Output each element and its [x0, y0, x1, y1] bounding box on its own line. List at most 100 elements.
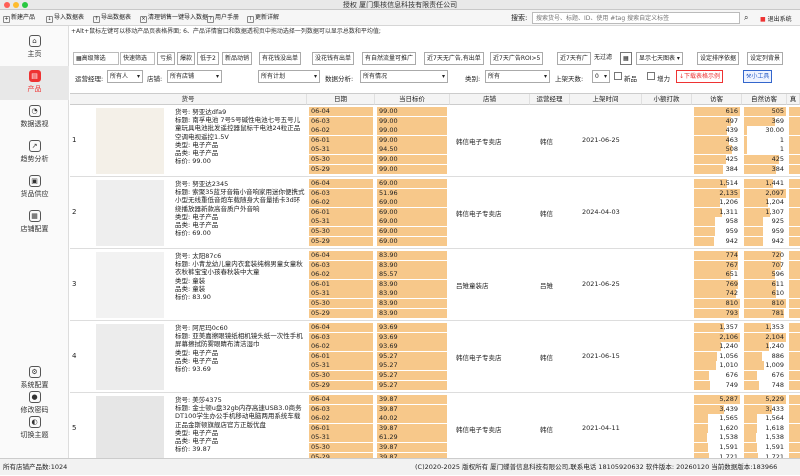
sidebar-item-shop-config[interactable]: ▦ 店铺配置	[0, 206, 69, 240]
export-table-button[interactable]: ↑ 导出数据表	[93, 12, 131, 24]
tag-new-sales[interactable]: 新品动销	[222, 52, 253, 65]
tag-ads-7d[interactable]: 近7天有广	[557, 52, 591, 65]
usage-hint: +Alt+鼠标左键可以移动产品页表格界面; 6、产品详情窗口和数据透视页中拖动选…	[71, 28, 381, 35]
column-background-button[interactable]: 设定列背景	[747, 52, 784, 65]
shop-icon: ▦	[28, 210, 41, 222]
product-thumbnail[interactable]	[96, 180, 164, 246]
product-thumbnail[interactable]	[96, 396, 164, 458]
col-header-visitors[interactable]: 访客	[692, 94, 742, 105]
tag-natural-traffic[interactable]: 有自然流量可推广	[362, 52, 417, 65]
update-notes-button[interactable]: i 更新详解	[247, 12, 279, 24]
product-title: 标题: 亚美嘉擦眼镜纸相机镜头纸一次性手机屏幕擦拭防雾眼睛布清洁湿巾	[175, 332, 303, 349]
data-analysis-select[interactable]: 所有情况	[360, 70, 448, 83]
tag-no-spend-order[interactable]: 没花钱有出单	[312, 52, 355, 65]
visitors-cell: 2,135	[694, 188, 740, 198]
product-thumbnail[interactable]	[96, 108, 164, 174]
tools-button[interactable]: ⚒小工具	[743, 70, 773, 83]
tag-no-ads-7d[interactable]: 近7天无广告,有出单	[424, 52, 484, 65]
date-cell: 06-01	[309, 423, 373, 433]
new-product-checkbox[interactable]	[614, 72, 622, 80]
clear-sales-import-button[interactable]: × 清理销售一键导入数据	[140, 12, 208, 24]
advanced-filter-button[interactable]: ▦高级筛选	[73, 52, 119, 65]
date-cell: 06-01	[309, 207, 373, 217]
window-titlebar: 授权 厦门集核信息科技有限责任公司	[0, 0, 800, 10]
tag-loss[interactable]: 亏损	[157, 52, 176, 65]
sort-basis-button[interactable]: 设定排序依据	[697, 52, 740, 65]
boost-checkbox[interactable]	[647, 72, 655, 80]
search-input[interactable]	[532, 12, 740, 24]
category-select[interactable]: 所有	[485, 70, 550, 83]
price-list: 39.87 39.87 40.02 39.87 61.29 39.87 39.87	[377, 395, 447, 458]
tag-below-2[interactable]: 低于2	[197, 52, 219, 65]
grid-view-icon[interactable]: ▦	[620, 52, 632, 65]
natural-visitors-bar	[744, 351, 762, 361]
exit-button[interactable]: ■ 退出系统	[760, 14, 792, 23]
listing-days-input[interactable]: 0	[592, 70, 610, 83]
price-cell: 83.90	[377, 289, 447, 299]
price-list: 69.00 51.96 69.00 69.00 69.00 69.00 69.00	[377, 179, 447, 246]
plan-select[interactable]: 所有计划	[258, 70, 320, 83]
real-sales-cell: 1,173.00	[789, 217, 800, 227]
table-row[interactable]: 2 货号: 努亚达2345 标题: 索聚35蓝牙音箱小音响家用迷你便携式小型无线…	[70, 178, 800, 249]
new-product-button[interactable]: + 新建产品	[3, 12, 35, 24]
col-header-listed[interactable]: 上架时间	[570, 94, 642, 105]
sidebar-item-home[interactable]: ⌂ 主页	[0, 31, 69, 65]
product-type: 类型: 电子产品	[175, 140, 219, 149]
sidebar-item-trends[interactable]: ↗ 趋势分析	[0, 136, 69, 170]
sidebar-item-products[interactable]: ▤ 产品	[0, 66, 69, 100]
date-list: 06-04 06-03 06-02 06-01 05-31 05-30 05-29	[309, 323, 373, 390]
col-header-natural[interactable]: 自然访客	[742, 94, 787, 105]
table-row[interactable]: 3 货号: 太阳87c6 标题: 小青龙幼儿童内衣套装纯棉男童女童秋衣秋裤宝宝小…	[70, 250, 800, 321]
product-title: 标题: 索聚35蓝牙音箱小音响家用迷你便携式小型无线重低音炮车载随身大音量插卡3…	[175, 188, 305, 213]
col-header-price[interactable]: 当日标价	[375, 94, 450, 105]
ops-manager: 韩信	[540, 354, 553, 362]
natural-visitors-bar	[744, 145, 748, 155]
col-header-shop[interactable]: 店铺	[450, 94, 530, 105]
sidebar-item-switch-theme[interactable]: ◐ 切换主题	[0, 412, 69, 446]
listed-date: 2021-06-25	[582, 280, 620, 288]
close-window-button[interactable]	[4, 2, 10, 8]
table-row[interactable]: 1 货号: 努亚达dfa9 标题: 南孚电池 7号5号碱性电池七号五号儿童玩具电…	[70, 106, 800, 177]
product-price: 标价: 83.90	[175, 293, 211, 302]
natural-visitors-cell: 1,009	[744, 361, 786, 371]
date-cell: 06-04	[309, 179, 373, 188]
date-cell: 06-03	[309, 188, 373, 198]
ops-manager-select[interactable]: 所有人	[107, 70, 143, 83]
sidebar-item-supply[interactable]: ▣ 货品供应	[0, 171, 69, 205]
table-row[interactable]: 4 货号: 阿尼玛0c60 标题: 亚美嘉擦眼镜纸相机镜头纸一次性手机屏幕擦拭防…	[70, 322, 800, 393]
user-manual-button[interactable]: ? 用户手册	[207, 12, 239, 24]
row-index: 2	[72, 208, 77, 216]
date-list: 06-04 06-03 06-02 06-01 05-31 05-30 05-29	[309, 251, 373, 318]
shop-select[interactable]: 所有店铺	[167, 70, 222, 83]
col-header-code[interactable]: 货号	[70, 94, 307, 105]
col-header-date[interactable]: 日期	[307, 94, 375, 105]
download-sample-button[interactable]: ↓下载表格示例	[676, 70, 724, 83]
price-cell: 51.96	[377, 188, 447, 198]
tag-ad-roi-7d[interactable]: 近7天广告ROI>5	[490, 52, 544, 65]
col-header-ops[interactable]: 运营经理	[530, 94, 570, 105]
date-cell: 05-31	[309, 289, 373, 299]
tag-spent-no-order[interactable]: 有花钱没出单	[259, 52, 302, 65]
import-table-button[interactable]: ↓ 导入数据表	[46, 12, 84, 24]
listed-date: 2024-04-03	[582, 208, 620, 216]
chart-display-select[interactable]: 显示七天图表 ▾	[636, 52, 683, 65]
visitors-cell: 767	[694, 260, 740, 270]
real-sales-bar	[789, 433, 800, 443]
minimize-window-button[interactable]	[13, 2, 19, 8]
quick-filter-select[interactable]: 快速筛选	[120, 52, 155, 65]
natural-visitors-bar	[744, 414, 757, 424]
tag-hot[interactable]: 爆款	[177, 52, 196, 65]
search-icon[interactable]: ⌕	[744, 12, 754, 24]
natural-visitors-cell: 1,618	[744, 423, 786, 433]
product-thumbnail[interactable]	[96, 252, 164, 318]
sidebar-item-pivot[interactable]: ◔ 数据透视	[0, 101, 69, 135]
date-list: 06-04 06-03 06-02 06-01 05-31 05-30 05-29	[309, 107, 373, 174]
table-row[interactable]: 5 货号: 美莎4375 标题: 金士顿u盘32gb内存高速USB3.0商务DT…	[70, 394, 800, 458]
col-header-payment[interactable]: 小额打款	[642, 94, 692, 105]
real-sales-list: 1,587.003,741.502,208.002,484.001,173.00…	[789, 179, 800, 246]
col-header-sales[interactable]: 真实销售额	[787, 94, 800, 105]
zoom-window-button[interactable]	[22, 2, 28, 8]
natural-visitors-cell: 384	[744, 164, 786, 174]
product-thumbnail[interactable]	[96, 324, 164, 390]
real-sales-bar	[789, 308, 800, 318]
